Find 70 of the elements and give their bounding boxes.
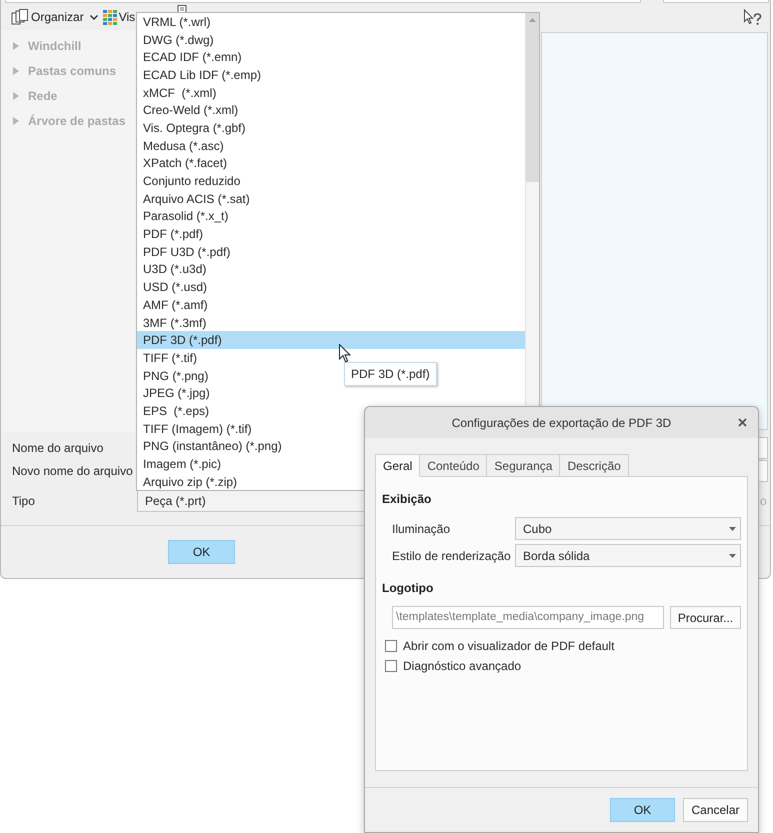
caret-right-icon[interactable]: [13, 66, 19, 74]
list-item[interactable]: PDF (*.pdf): [143, 225, 204, 244]
list-item[interactable]: xMCF (*.xml): [143, 84, 216, 102]
list-item[interactable]: Imagem (*.pic): [143, 455, 222, 474]
field-label: Novo nome do arquivo: [11, 463, 134, 480]
checkbox[interactable]: [385, 640, 397, 652]
close-icon[interactable]: [738, 418, 747, 427]
grid-view-icon: [102, 10, 117, 24]
field-label: Nome do arquivo: [11, 440, 104, 457]
pointer-cursor-icon: [339, 344, 351, 363]
checkbox-label[interactable]: Abrir com o visualizador de PDF default: [403, 637, 614, 655]
list-item[interactable]: Conjunto reduzido: [143, 172, 240, 190]
list-item[interactable]: Creo-Weld (*.xml): [143, 101, 238, 120]
view-button[interactable]: Vis: [102, 7, 136, 27]
caret-right-icon[interactable]: [13, 116, 19, 124]
logo-path-field[interactable]: \templates\template_media\company_image.png: [392, 606, 664, 629]
caret-right-icon[interactable]: [13, 92, 19, 100]
list-item[interactable]: Vis. Optegra (*.gbf): [143, 118, 246, 137]
list-item[interactable]: TIFF (*.tif): [143, 348, 197, 367]
list-item[interactable]: ECAD Lib IDF (*.emp): [143, 66, 262, 84]
cancel-button[interactable]: Cancelar: [683, 798, 748, 822]
list-item[interactable]: Medusa (*.asc): [143, 136, 224, 155]
tooltip: PDF 3D (*.pdf): [344, 362, 437, 386]
list-item[interactable]: ECAD IDF (*.emn): [143, 48, 242, 66]
list-item[interactable]: AMF (*.amf): [143, 296, 208, 314]
section-heading: Logotipo: [381, 580, 434, 597]
list-item[interactable]: JPEG (*.jpg): [143, 384, 210, 402]
checkbox-label[interactable]: Diagnóstico avançado: [403, 657, 522, 675]
select-field[interactable]: Borda sólida: [515, 544, 741, 567]
dialog-title: Configurações de exportação de PDF 3D: [452, 414, 672, 432]
help-cursor-icon[interactable]: [743, 8, 762, 26]
search-field[interactable]: [663, 0, 769, 3]
side-label: o: [760, 493, 767, 510]
list-item[interactable]: XPatch (*.facet): [143, 154, 228, 172]
list-item[interactable]: 3MF (*.3mf): [143, 314, 206, 332]
list-item[interactable]: EPS (*.eps): [143, 402, 210, 420]
list-item[interactable]: TIFF (Imagem) (*.tif): [143, 420, 252, 438]
ok-button[interactable]: OK: [168, 540, 235, 564]
dropdown-arrow-icon: [729, 554, 736, 558]
tab[interactable]: Conteúdo: [420, 454, 488, 477]
caret-right-icon[interactable]: [13, 42, 19, 50]
field-label: Tipo: [11, 493, 36, 510]
organize-button[interactable]: Organizar: [11, 7, 98, 27]
pages-icon: [11, 9, 28, 25]
field-label: Iluminação: [392, 520, 452, 538]
tab[interactable]: Descrição: [560, 454, 629, 477]
scroll-up-arrow-icon[interactable]: [529, 18, 536, 22]
chevron-down-icon: [90, 14, 98, 20]
checkbox[interactable]: [385, 660, 397, 672]
ok-button[interactable]: OK: [610, 798, 675, 822]
tab[interactable]: Geral: [375, 454, 420, 477]
tab[interactable]: Segurança: [487, 454, 560, 477]
list-item[interactable]: DWG (*.dwg): [143, 30, 214, 49]
list-item[interactable]: U3D (*.u3d): [143, 260, 206, 278]
list-item[interactable]: PNG (*.png): [143, 366, 208, 385]
list-item[interactable]: PDF 3D (*.pdf): [137, 331, 525, 350]
list-item[interactable]: PDF U3D (*.pdf): [143, 242, 230, 261]
list-item[interactable]: Parasolid (*.x_t): [143, 207, 228, 226]
field-label: Estilo de renderização: [392, 548, 512, 564]
list-item[interactable]: VRML (*.wrl): [143, 12, 211, 31]
list-item[interactable]: Arquivo zip (*.zip): [143, 472, 238, 491]
section-heading: Exibição: [381, 491, 432, 508]
scrollbar-thumb[interactable]: [526, 26, 539, 182]
address-field[interactable]: [5, 0, 641, 3]
dropdown-arrow-icon: [729, 526, 736, 530]
list-item[interactable]: USD (*.usd): [143, 278, 208, 296]
select-field[interactable]: Cubo: [515, 517, 741, 540]
browse-button[interactable]: Procurar...: [670, 606, 741, 629]
list-item[interactable]: Arquivo ACIS (*.sat): [143, 190, 250, 208]
list-item[interactable]: PNG (instantâneo) (*.png): [143, 437, 282, 456]
